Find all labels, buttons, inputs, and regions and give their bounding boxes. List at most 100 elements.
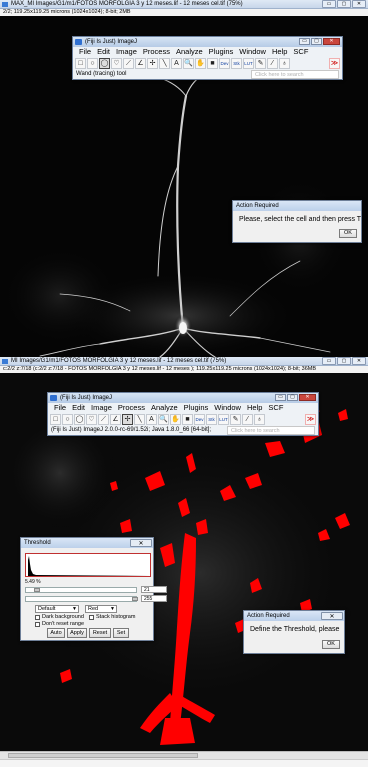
menu-file[interactable]: File [76, 47, 94, 57]
menu-plugins[interactable]: Plugins [181, 403, 212, 413]
rectangle-tool-icon[interactable]: □ [75, 58, 86, 69]
fiji-main-window-top[interactable]: (Fiji Is Just) ImageJ ▭ ▢ ✕ File Edit Im… [72, 36, 343, 80]
menu-plugins[interactable]: Plugins [206, 47, 237, 57]
stack-histogram-checkbox[interactable]: Stack histogram [89, 614, 135, 621]
min-threshold-value[interactable]: 21 [141, 586, 167, 593]
stack-tool-icon[interactable]: Stk [206, 414, 217, 425]
maximize-button[interactable]: ▢ [287, 394, 298, 401]
pencil-tool-icon[interactable]: ✎ [255, 58, 266, 69]
polygon-tool-icon[interactable]: ◯ [99, 58, 110, 69]
menu-analyze[interactable]: Analyze [148, 403, 181, 413]
checkbox-box[interactable] [35, 615, 40, 620]
menu-scf[interactable]: SCF [290, 47, 311, 57]
threshold-title-bar[interactable]: Threshold ✕ [21, 538, 153, 548]
color-picker-icon[interactable]: ■ [182, 414, 193, 425]
maximize-button[interactable]: ▢ [337, 0, 351, 8]
stack-tool-icon[interactable]: Stk [231, 58, 242, 69]
horizontal-scrollbar[interactable] [0, 751, 368, 759]
menu-scf[interactable]: SCF [265, 403, 286, 413]
color-picker-icon[interactable]: ■ [207, 58, 218, 69]
bottom-image-window-title[interactable]: MI Images/G1/m1/FOTOS MORFOLGIA 3 y 12 m… [0, 357, 368, 366]
min-threshold-slider[interactable] [25, 587, 137, 593]
lut-tool-icon[interactable]: LUT [243, 58, 254, 69]
menu-analyze[interactable]: Analyze [173, 47, 206, 57]
action-required-dialog-top[interactable]: Action Required Please, select the cell … [232, 200, 362, 243]
dialog-title-bar[interactable]: Action Required [233, 201, 361, 211]
angle-tool-icon[interactable]: ∠ [110, 414, 121, 425]
flood-fill-icon[interactable]: ♁ [279, 58, 290, 69]
menu-help[interactable]: Help [244, 403, 265, 413]
point-tool-icon[interactable]: ✢ [122, 414, 133, 425]
menu-image[interactable]: Image [113, 47, 140, 57]
menu-process[interactable]: Process [115, 403, 148, 413]
brush-tool-icon[interactable]: ⁄ [242, 414, 253, 425]
angle-tool-icon[interactable]: ∠ [135, 58, 146, 69]
fiji-main-window-bottom[interactable]: (Fiji Is Just) ImageJ ▭ ▢ ✕ File Edit Im… [47, 392, 319, 436]
flood-fill-icon[interactable]: ♁ [254, 414, 265, 425]
menu-file[interactable]: File [51, 403, 69, 413]
fiji-title-bar[interactable]: (Fiji Is Just) ImageJ ▭ ▢ ✕ [73, 37, 342, 47]
more-tools-icon[interactable]: ≫ [329, 58, 340, 69]
menu-window[interactable]: Window [236, 47, 269, 57]
search-field[interactable]: Click here to search [227, 426, 315, 435]
polygon-tool-icon[interactable]: ◯ [74, 414, 85, 425]
checkbox-box[interactable] [35, 622, 40, 627]
close-button[interactable]: ✕ [352, 0, 366, 8]
freehand-tool-icon[interactable]: ♡ [86, 414, 97, 425]
close-button[interactable]: ✕ [299, 394, 316, 401]
top-image-window-title[interactable]: MAX_MI Images/G1/m1/FOTOS MORFOLGIA 3 y … [0, 0, 368, 9]
hand-tool-icon[interactable]: ✋ [170, 414, 181, 425]
ok-button[interactable]: OK [322, 640, 340, 649]
dark-background-checkbox[interactable]: Dark background [35, 614, 84, 621]
ok-button[interactable]: OK [339, 229, 357, 238]
oval-tool-icon[interactable]: ○ [62, 414, 73, 425]
scrollbar-thumb[interactable] [8, 753, 198, 758]
menu-edit[interactable]: Edit [94, 47, 113, 57]
checkbox-box[interactable] [89, 615, 94, 620]
rectangle-tool-icon[interactable]: □ [50, 414, 61, 425]
menu-edit[interactable]: Edit [69, 403, 88, 413]
pencil-tool-icon[interactable]: ✎ [230, 414, 241, 425]
line-tool-icon[interactable]: ⟋ [123, 58, 134, 69]
close-button[interactable]: ✕ [321, 612, 343, 620]
line-tool-icon[interactable]: ⟋ [98, 414, 109, 425]
dev-tool-icon[interactable]: Dev [194, 414, 205, 425]
close-button[interactable]: ✕ [352, 357, 366, 365]
reset-button[interactable]: Reset [89, 628, 111, 638]
set-button[interactable]: Set [113, 628, 129, 638]
text-tool-icon[interactable]: A [146, 414, 157, 425]
minimize-button[interactable]: ▭ [322, 0, 336, 8]
auto-button[interactable]: Auto [47, 628, 65, 638]
max-threshold-value[interactable]: 255 [141, 595, 167, 602]
apply-button[interactable]: Apply [67, 628, 87, 638]
maximize-button[interactable]: ▢ [311, 38, 322, 45]
text-tool-icon[interactable]: A [171, 58, 182, 69]
minimize-button[interactable]: ▭ [299, 38, 310, 45]
magnifier-tool-icon[interactable]: 🔍 [158, 414, 169, 425]
brush-tool-icon[interactable]: ⁄ [267, 58, 278, 69]
max-threshold-slider[interactable] [25, 596, 138, 602]
dev-tool-icon[interactable]: Dev [219, 58, 230, 69]
threshold-dialog[interactable]: Threshold ✕ 5.49 % 21 255 Default ▼ Red … [20, 537, 167, 641]
close-button[interactable]: ✕ [323, 38, 340, 45]
more-tools-icon[interactable]: ≫ [305, 414, 316, 425]
threshold-display-select[interactable]: Red ▼ [85, 605, 117, 613]
threshold-method-select[interactable]: Default ▼ [35, 605, 79, 613]
freehand-tool-icon[interactable]: ♡ [111, 58, 122, 69]
fiji-title-bar[interactable]: (Fiji Is Just) ImageJ ▭ ▢ ✕ [48, 393, 318, 403]
maximize-button[interactable]: ▢ [337, 357, 351, 365]
menu-help[interactable]: Help [269, 47, 290, 57]
dialog-title-bar[interactable]: Action Required ✕ [244, 611, 344, 621]
wand-tool-icon[interactable]: ╲ [159, 58, 170, 69]
action-required-dialog-bottom[interactable]: Action Required ✕ Define the Threshold, … [243, 610, 345, 654]
close-button[interactable]: ✕ [130, 539, 152, 547]
dont-reset-range-checkbox[interactable]: Don't reset range [35, 621, 84, 628]
menu-image[interactable]: Image [88, 403, 115, 413]
hand-tool-icon[interactable]: ✋ [195, 58, 206, 69]
minimize-button[interactable]: ▭ [322, 357, 336, 365]
oval-tool-icon[interactable]: ○ [87, 58, 98, 69]
search-field[interactable]: Click here to search [251, 70, 339, 79]
menu-window[interactable]: Window [211, 403, 244, 413]
min-slider-knob[interactable] [34, 588, 40, 592]
magnifier-tool-icon[interactable]: 🔍 [183, 58, 194, 69]
